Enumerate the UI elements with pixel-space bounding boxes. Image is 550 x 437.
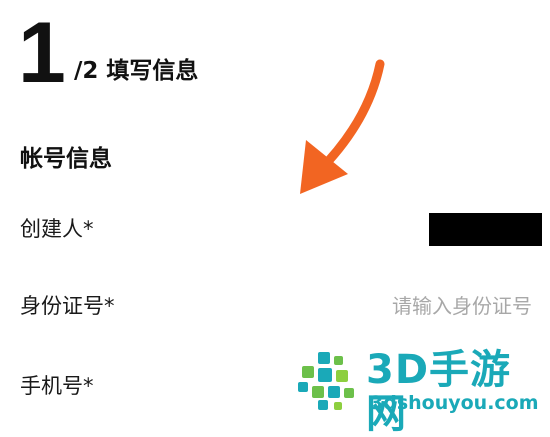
creator-label: 创建人*	[20, 217, 94, 241]
section-title-account-info: 帐号信息	[20, 146, 112, 172]
watermark-url: 3dshouyou.com	[370, 392, 539, 414]
phone-label: 手机号*	[20, 374, 94, 398]
step-number: 1	[18, 5, 66, 101]
id-card-input[interactable]	[292, 291, 532, 321]
pixel-dots-logo-icon	[298, 352, 354, 410]
id-card-label: 身份证号*	[20, 294, 115, 318]
creator-value-redacted	[429, 213, 542, 246]
step-title: /2 填写信息	[74, 58, 199, 84]
arrow-pointing-down-left-icon	[300, 59, 385, 194]
watermark: 3D手游网 3dshouyou.com	[294, 346, 546, 436]
